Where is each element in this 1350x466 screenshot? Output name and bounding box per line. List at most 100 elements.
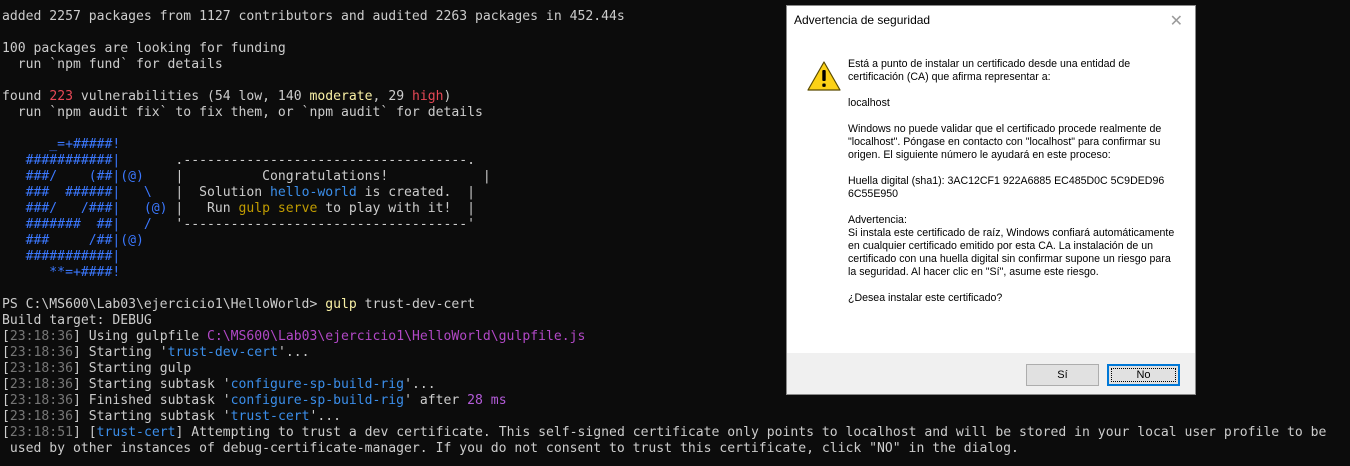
solution-name: hello-world [270, 185, 357, 200]
text-fragment: '... [309, 409, 342, 424]
bracket: [ [2, 345, 10, 360]
vuln-count: 223 [49, 89, 73, 104]
bracket: ] [72, 329, 81, 344]
text-fragment: | Run [167, 201, 239, 216]
npm-added-text: added 2257 packages from 1127 contributo… [2, 9, 625, 24]
dialog-titlebar[interactable]: Advertencia de seguridad ✕ [787, 6, 1195, 36]
command-args: trust-dev-cert [356, 297, 476, 312]
funding-text: 100 packages are looking for funding [2, 41, 286, 56]
security-warning-dialog: Advertencia de seguridad ✕ Está a punto … [786, 5, 1196, 395]
text-fragment: used by other instances of debug-certifi… [2, 441, 1019, 456]
ascii-logo: ###########| [2, 153, 121, 168]
ascii-logo: **=+####! [2, 265, 121, 280]
ascii-logo: ### ######| \ [2, 185, 152, 200]
log-line: [23:18:51] [trust-cert] Attempting to tr… [2, 425, 1326, 441]
task-name: trust-cert [230, 409, 310, 424]
bracket: ] [72, 345, 81, 360]
ascii-logo: ### /##|(@) [2, 233, 144, 248]
text-fragment: Finished subtask ' [80, 393, 231, 408]
text-fragment: [ [80, 425, 97, 440]
ascii-logo: ###/ /###| (@) [2, 201, 168, 216]
warning-icon [807, 61, 841, 91]
text-fragment: '... [277, 345, 310, 360]
bracket: ] [72, 361, 81, 376]
text-fragment: | Solution [151, 185, 271, 200]
yes-button[interactable]: Sí [1026, 364, 1099, 386]
high-label: high [411, 89, 444, 104]
audit-hint-text: run `npm audit fix` to fix them, or `npm… [2, 105, 483, 120]
no-button[interactable]: No [1107, 364, 1180, 386]
dialog-message-question: ¿Desea instalar este certificado? [848, 292, 1003, 304]
timestamp: 23:18:36 [9, 361, 73, 376]
text-fragment: Using gulpfile [80, 329, 207, 344]
ascii-art-line: ### /##|(@) [2, 233, 144, 249]
ascii-art-line: _=+#####! [2, 137, 120, 153]
box-border: .------------------------------------. [120, 153, 475, 168]
bracket: [ [2, 377, 10, 392]
log-line: used by other instances of debug-certifi… [2, 441, 1019, 457]
dialog-message-warning: Advertencia: Si instala este certificado … [848, 214, 1178, 279]
moderate-label: moderate [309, 89, 373, 104]
bracket: [ [2, 329, 10, 344]
bracket: ] [72, 409, 81, 424]
dialog-message-validate: Windows no puede validar que el certific… [848, 123, 1162, 161]
terminal-line: run `npm fund` for details [2, 57, 223, 73]
log-line: [23:18:36] Starting subtask 'configure-s… [2, 377, 436, 393]
text-fragment: vulnerabilities (54 low, 140 [72, 89, 310, 104]
terminal-line: run `npm audit fix` to fix them, or `npm… [2, 105, 483, 121]
timestamp: 23:18:36 [9, 345, 73, 360]
bracket: ] [72, 377, 81, 392]
bracket: [ [2, 425, 10, 440]
text-fragment: Starting subtask ' [80, 377, 231, 392]
timestamp: 23:18:36 [9, 329, 73, 344]
text-fragment: , 29 [372, 89, 412, 104]
text-fragment: ] Attempting to trust a dev certificate.… [175, 425, 1327, 440]
timestamp: 23:18:36 [9, 393, 73, 408]
prompt-line: PS C:\MS600\Lab03\ejercicio1\HelloWorld>… [2, 297, 475, 313]
text-fragment: is created. | [356, 185, 475, 200]
timestamp: 23:18:36 [9, 377, 73, 392]
terminal-line: added 2257 packages from 1127 contributo… [2, 9, 625, 25]
ascii-logo: ###########| [2, 249, 121, 264]
text-fragment: ' after [404, 393, 468, 408]
focus-rect [1111, 368, 1176, 382]
timestamp: 23:18:36 [9, 409, 73, 424]
dialog-warning-body: Si instala este certificado de raíz, Win… [848, 227, 1175, 278]
bracket: ] [72, 393, 81, 408]
text-fragment: Starting ' [80, 345, 168, 360]
bracket: [ [2, 361, 10, 376]
ascii-art-line: ####### ##| / '-------------------------… [2, 217, 475, 233]
text-fragment: found [2, 89, 50, 104]
bracket: [ [2, 393, 10, 408]
prompt-path: PS C:\MS600\Lab03\ejercicio1\HelloWorld> [2, 297, 326, 312]
terminal-line: found 223 vulnerabilities (54 low, 140 m… [2, 89, 451, 105]
text-fragment: ) [443, 89, 452, 104]
terminal-line: Build target: DEBUG [2, 313, 152, 329]
dialog-message-host: localhost [848, 97, 890, 109]
congratulations-text: | Congratulations! | [143, 169, 491, 184]
log-line: [23:18:36] Starting subtask 'trust-cert'… [2, 409, 341, 425]
gulp-serve-command: gulp serve [238, 201, 318, 216]
ascii-logo: ###/ (##|(@) [2, 169, 144, 184]
bracket: [ [2, 409, 10, 424]
task-name: configure-sp-build-rig [230, 377, 405, 392]
ascii-logo: ####### ##| / [2, 217, 152, 232]
dialog-warning-title: Advertencia: [848, 214, 907, 226]
ascii-art-line: ###/ /###| (@) | Run gulp serve to play … [2, 201, 475, 217]
ascii-art-line: ###########| [2, 249, 121, 265]
ascii-art-line: ###/ (##|(@) | Congratulations! | [2, 169, 491, 185]
ascii-art-line: ###########| .--------------------------… [2, 153, 475, 169]
text-fragment: to play with it! | [317, 201, 476, 216]
dialog-title: Advertencia de seguridad [794, 13, 931, 27]
box-border: '------------------------------------' [151, 217, 475, 232]
dialog-footer: Sí No [787, 353, 1195, 394]
log-line: [23:18:36] Finished subtask 'configure-s… [2, 393, 507, 409]
dialog-message-thumbprint: Huella digital (sha1): 3AC12CF1 922A6885… [848, 175, 1165, 200]
close-icon[interactable]: ✕ [1170, 11, 1183, 31]
dialog-message: Está a punto de instalar un certificado … [848, 58, 1178, 318]
log-line: [23:18:36] Starting gulp [2, 361, 191, 377]
log-line: [23:18:36] Using gulpfile C:\MS600\Lab03… [2, 329, 585, 345]
ascii-logo: _=+#####! [2, 137, 121, 152]
timestamp: 23:18:51 [9, 425, 73, 440]
gulp-command: gulp [325, 297, 357, 312]
